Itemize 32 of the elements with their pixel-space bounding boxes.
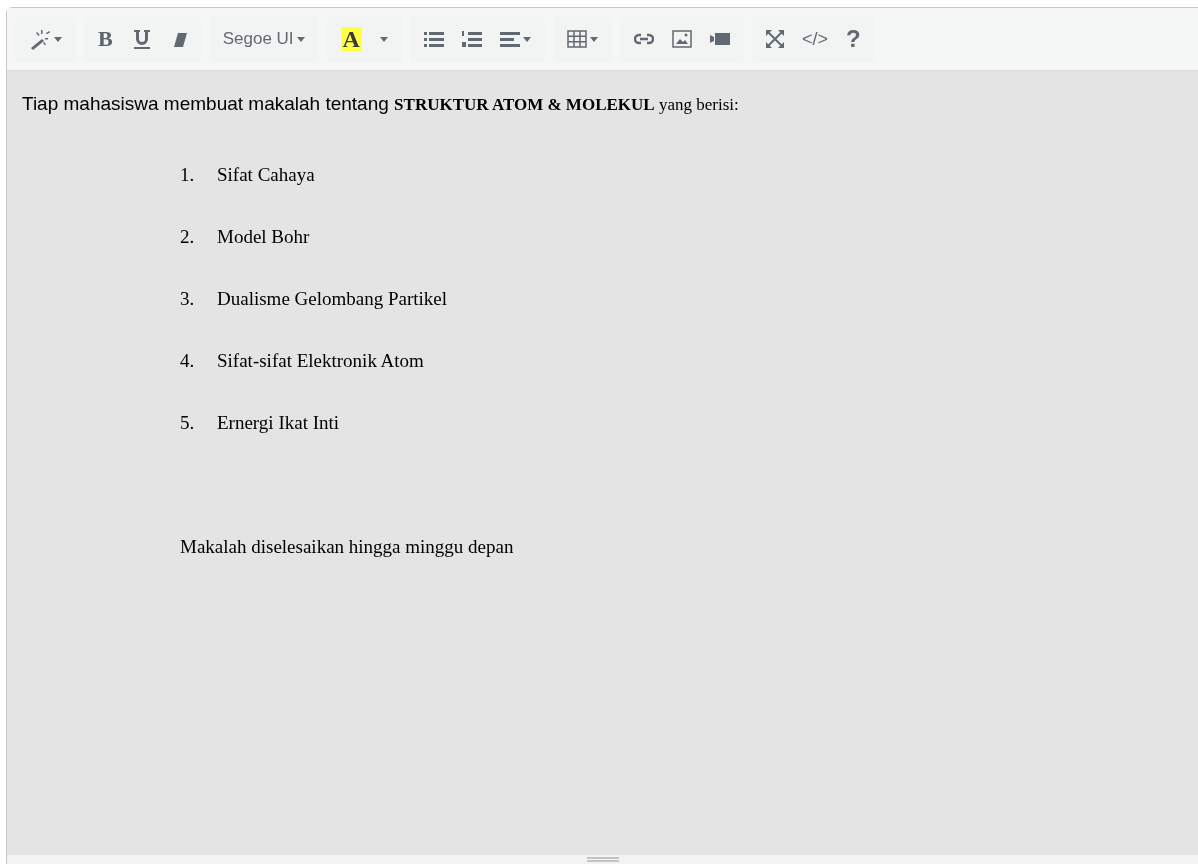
paragraph: Tiap mahasiswa membuat makalah tentang STRUKTUR ATOM & MOLEKUL yang berisi: bbox=[22, 92, 740, 116]
code-view-icon: </> bbox=[801, 30, 828, 48]
resize-handle[interactable] bbox=[7, 855, 1198, 864]
help-button[interactable]: ? bbox=[837, 19, 869, 59]
align-icon bbox=[499, 30, 520, 48]
table-icon bbox=[566, 30, 587, 48]
list-number: 1. bbox=[180, 163, 196, 187]
caret-icon bbox=[379, 36, 388, 42]
numbered-list-icon bbox=[461, 30, 482, 48]
list-number: 3. bbox=[180, 287, 196, 311]
help-icon: ? bbox=[845, 27, 861, 51]
list-item: Model Bohr bbox=[217, 225, 310, 249]
code-button[interactable]: </> bbox=[793, 19, 836, 59]
bold-button[interactable]: B bbox=[90, 19, 121, 59]
bulleted-list-icon bbox=[423, 30, 444, 48]
list-item: Dualisme Gelombang Partikel bbox=[217, 287, 448, 311]
bold-icon: B bbox=[98, 28, 113, 50]
video-icon bbox=[709, 30, 730, 48]
list-number: 5. bbox=[180, 411, 196, 435]
paragraph: Makalah diselesaikan hingga minggu depan bbox=[179, 535, 515, 559]
list-item: Sifat Cahaya bbox=[217, 163, 315, 187]
magic-wand-icon bbox=[29, 28, 51, 50]
image-icon bbox=[671, 30, 692, 48]
font-color-icon: A bbox=[340, 27, 362, 51]
fullscreen-icon bbox=[765, 30, 784, 48]
list-number: 4. bbox=[180, 349, 196, 373]
list-number: 2. bbox=[180, 225, 196, 249]
list-item: Sifat-sifat Elektronik Atom bbox=[217, 349, 424, 373]
color-button[interactable]: A bbox=[332, 19, 370, 59]
list-item: Ernergi Ikat Inti bbox=[217, 411, 340, 435]
link-icon bbox=[633, 32, 654, 46]
font-dropdown[interactable]: Segoe UI bbox=[214, 19, 313, 59]
